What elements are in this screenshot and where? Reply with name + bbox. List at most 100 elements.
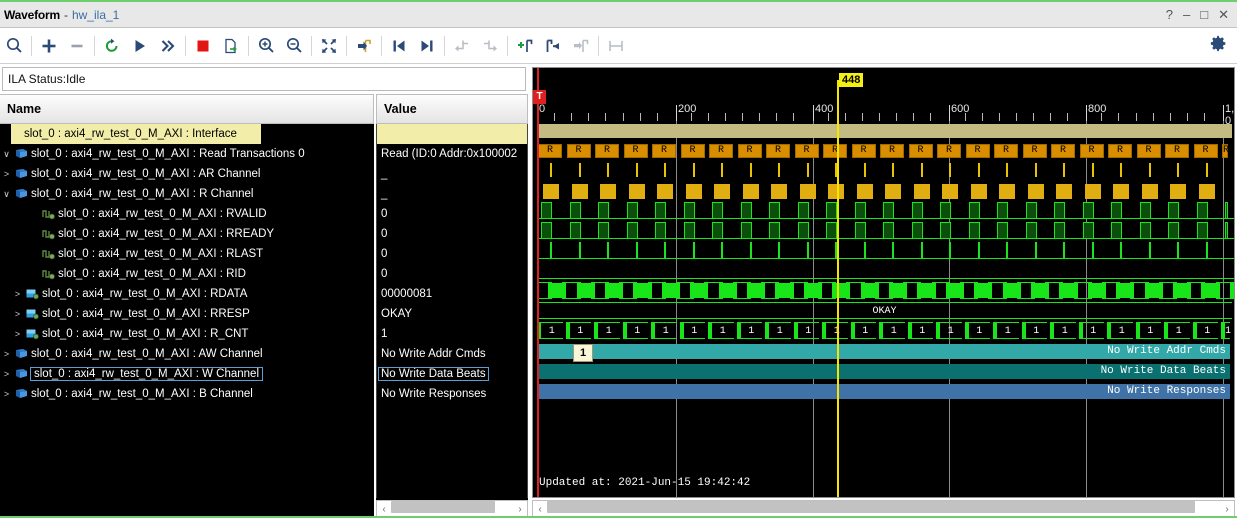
scroll-track[interactable]: [547, 501, 1220, 516]
value-row[interactable]: Read (ID:0 Addr:0x100002: [377, 144, 527, 164]
value-row[interactable]: 00000081: [377, 284, 527, 304]
value-row[interactable]: _: [377, 164, 527, 184]
rid-row[interactable]: [533, 261, 1234, 281]
chevron-right-icon[interactable]: >: [11, 289, 24, 299]
value-row[interactable]: 0: [377, 264, 527, 284]
previous-icon[interactable]: [385, 31, 413, 61]
search-icon[interactable]: [0, 31, 28, 61]
chevron-down-icon[interactable]: ∨: [0, 149, 13, 159]
rready-row[interactable]: [533, 221, 1234, 241]
read-transactions-row[interactable]: RRRRRRRRRRRRRRRRRRRRRRRRR: [533, 141, 1234, 161]
tree-row[interactable]: > slot_0 : axi4_rw_test_0_M_AXI : B Chann…: [0, 384, 374, 404]
trigger-flag[interactable]: T: [533, 90, 546, 104]
tree-row[interactable]: > slot_0 : axi4_rw_test_0_M_AXI : AR Chan…: [0, 164, 374, 184]
tree-row[interactable]: ∨ slot_0 : axi4_rw_test_0_M_AXI : R Chann…: [0, 184, 374, 204]
tree-row[interactable]: > slot_0 : axi4_rw_test_0_M_AXI : W Chann…: [0, 364, 374, 384]
goto-trigger-icon[interactable]: [350, 31, 378, 61]
chevron-right-icon[interactable]: >: [0, 369, 13, 379]
prev-transition-icon[interactable]: [448, 31, 476, 61]
next-icon[interactable]: [413, 31, 441, 61]
run-icon[interactable]: [126, 31, 154, 61]
run-immediate-icon[interactable]: [154, 31, 182, 61]
scroll-right-arrow[interactable]: ›: [1220, 501, 1234, 516]
waveform-hscrollbar[interactable]: ‹ ›: [532, 500, 1235, 516]
time-ruler[interactable]: 0 200 400 600 800 1, 0: [533, 68, 1234, 127]
stop-icon[interactable]: [189, 31, 217, 61]
zoom-out-icon[interactable]: [280, 31, 308, 61]
value-row[interactable]: No Write Data Beats: [377, 364, 527, 384]
signal-name-tree[interactable]: slot_0 : axi4_rw_test_0_M_AXI : Interfac…: [0, 124, 374, 498]
add-icon[interactable]: [35, 31, 63, 61]
scroll-right-arrow[interactable]: ›: [513, 501, 527, 516]
tree-row[interactable]: > slot_0 : axi4_rw_test_0_M_AXI : R_CNT: [0, 324, 374, 344]
tree-row[interactable]: slot_0 : axi4_rw_test_0_M_AXI : RREADY: [0, 224, 374, 244]
zoom-in-icon[interactable]: [252, 31, 280, 61]
cursor-line[interactable]: [837, 80, 839, 497]
b-channel-row[interactable]: No Write Responses: [533, 381, 1234, 401]
tree-row[interactable]: slot_0 : axi4_rw_test_0_M_AXI : Interfac…: [11, 124, 261, 144]
next-marker-icon[interactable]: [567, 31, 595, 61]
chevron-down-icon[interactable]: ∨: [0, 189, 13, 199]
chevron-right-icon[interactable]: >: [0, 169, 13, 179]
chevron-right-icon[interactable]: >: [0, 349, 13, 359]
scroll-track[interactable]: [391, 501, 513, 516]
refresh-icon[interactable]: [98, 31, 126, 61]
signal-value-column[interactable]: Read (ID:0 Addr:0x100002 _ _ 0 0 0 0 00000081 OK…: [376, 124, 528, 498]
next-transition-icon[interactable]: [476, 31, 504, 61]
value-row[interactable]: 0: [377, 204, 527, 224]
w-channel-row[interactable]: No Write Data Beats: [533, 361, 1234, 381]
scroll-thumb[interactable]: [547, 501, 1195, 513]
rlast-row[interactable]: [533, 241, 1234, 261]
name-panel-hscrollbar[interactable]: ‹ ›: [376, 500, 528, 516]
rdata-segment: [821, 282, 833, 299]
scroll-left-arrow[interactable]: ‹: [377, 501, 391, 516]
minimize-icon[interactable]: –: [1183, 8, 1190, 21]
chevron-right-icon[interactable]: >: [11, 329, 24, 339]
maximize-icon[interactable]: □: [1200, 8, 1208, 21]
add-marker-icon[interactable]: [511, 31, 539, 61]
scroll-thumb[interactable]: [391, 501, 495, 513]
rdata-row[interactable]: [533, 281, 1234, 301]
tree-row[interactable]: slot_0 : axi4_rw_test_0_M_AXI : RVALID: [0, 204, 374, 224]
gear-icon[interactable]: [1210, 35, 1227, 57]
value-row[interactable]: OKAY: [377, 304, 527, 324]
value-row[interactable]: 1: [377, 324, 527, 344]
ila-status-bar: ILA Status:Idle: [2, 67, 526, 91]
value-row[interactable]: 0: [377, 244, 527, 264]
tree-row[interactable]: > slot_0 : axi4_rw_test_0_M_AXI : AW Chan…: [0, 344, 374, 364]
measure-icon[interactable]: [602, 31, 630, 61]
aw-channel-row[interactable]: No Write Addr Cmds: [533, 341, 1234, 361]
rresp-row[interactable]: OKAY: [533, 301, 1234, 321]
tree-row[interactable]: ∨ slot_0 : axi4_rw_test_0_M_AXI : Read Tr…: [0, 144, 374, 164]
value-row[interactable]: No Write Responses: [377, 384, 527, 404]
prev-marker-icon[interactable]: [539, 31, 567, 61]
tree-row[interactable]: > slot_0 : axi4_rw_test_0_M_AXI : RDATA: [0, 284, 374, 304]
scroll-left-arrow[interactable]: ‹: [533, 501, 547, 516]
tree-row[interactable]: > slot_0 : axi4_rw_test_0_M_AXI : RRESP: [0, 304, 374, 324]
axis-tick-minor: [742, 113, 743, 121]
ila-name-link[interactable]: hw_ila_1: [72, 8, 119, 22]
tree-row[interactable]: slot_0 : axi4_rw_test_0_M_AXI : RLAST: [0, 244, 374, 264]
chevron-right-icon[interactable]: >: [0, 389, 13, 399]
tree-row[interactable]: slot_0 : axi4_rw_test_0_M_AXI : RID: [0, 264, 374, 284]
close-icon[interactable]: ✕: [1218, 8, 1229, 21]
help-icon[interactable]: ?: [1166, 8, 1173, 21]
value-row[interactable]: 0: [377, 224, 527, 244]
name-column-header[interactable]: Name: [0, 94, 374, 124]
rcnt-row[interactable]: 1111111111111111111111111: [533, 321, 1234, 341]
marker-label[interactable]: 1: [573, 344, 594, 362]
zoom-fit-icon[interactable]: [315, 31, 343, 61]
rvalid-row[interactable]: [533, 201, 1234, 221]
value-column-header[interactable]: Value: [376, 94, 528, 124]
export-icon[interactable]: [217, 31, 245, 61]
trigger-line[interactable]: [537, 68, 539, 497]
chevron-right-icon[interactable]: >: [11, 309, 24, 319]
ar-channel-row[interactable]: [533, 161, 1234, 181]
waveform-canvas[interactable]: 0 200 400 600 800 1, 0 RRRRRRRRRRRRRRRRRRRRRRR…: [532, 67, 1235, 498]
value-row[interactable]: _: [377, 184, 527, 204]
remove-icon[interactable]: [63, 31, 91, 61]
interface-bus-row[interactable]: [533, 121, 1234, 141]
value-row[interactable]: No Write Addr Cmds: [377, 344, 527, 364]
r-channel-row[interactable]: [533, 181, 1234, 201]
value-row[interactable]: [377, 124, 527, 144]
